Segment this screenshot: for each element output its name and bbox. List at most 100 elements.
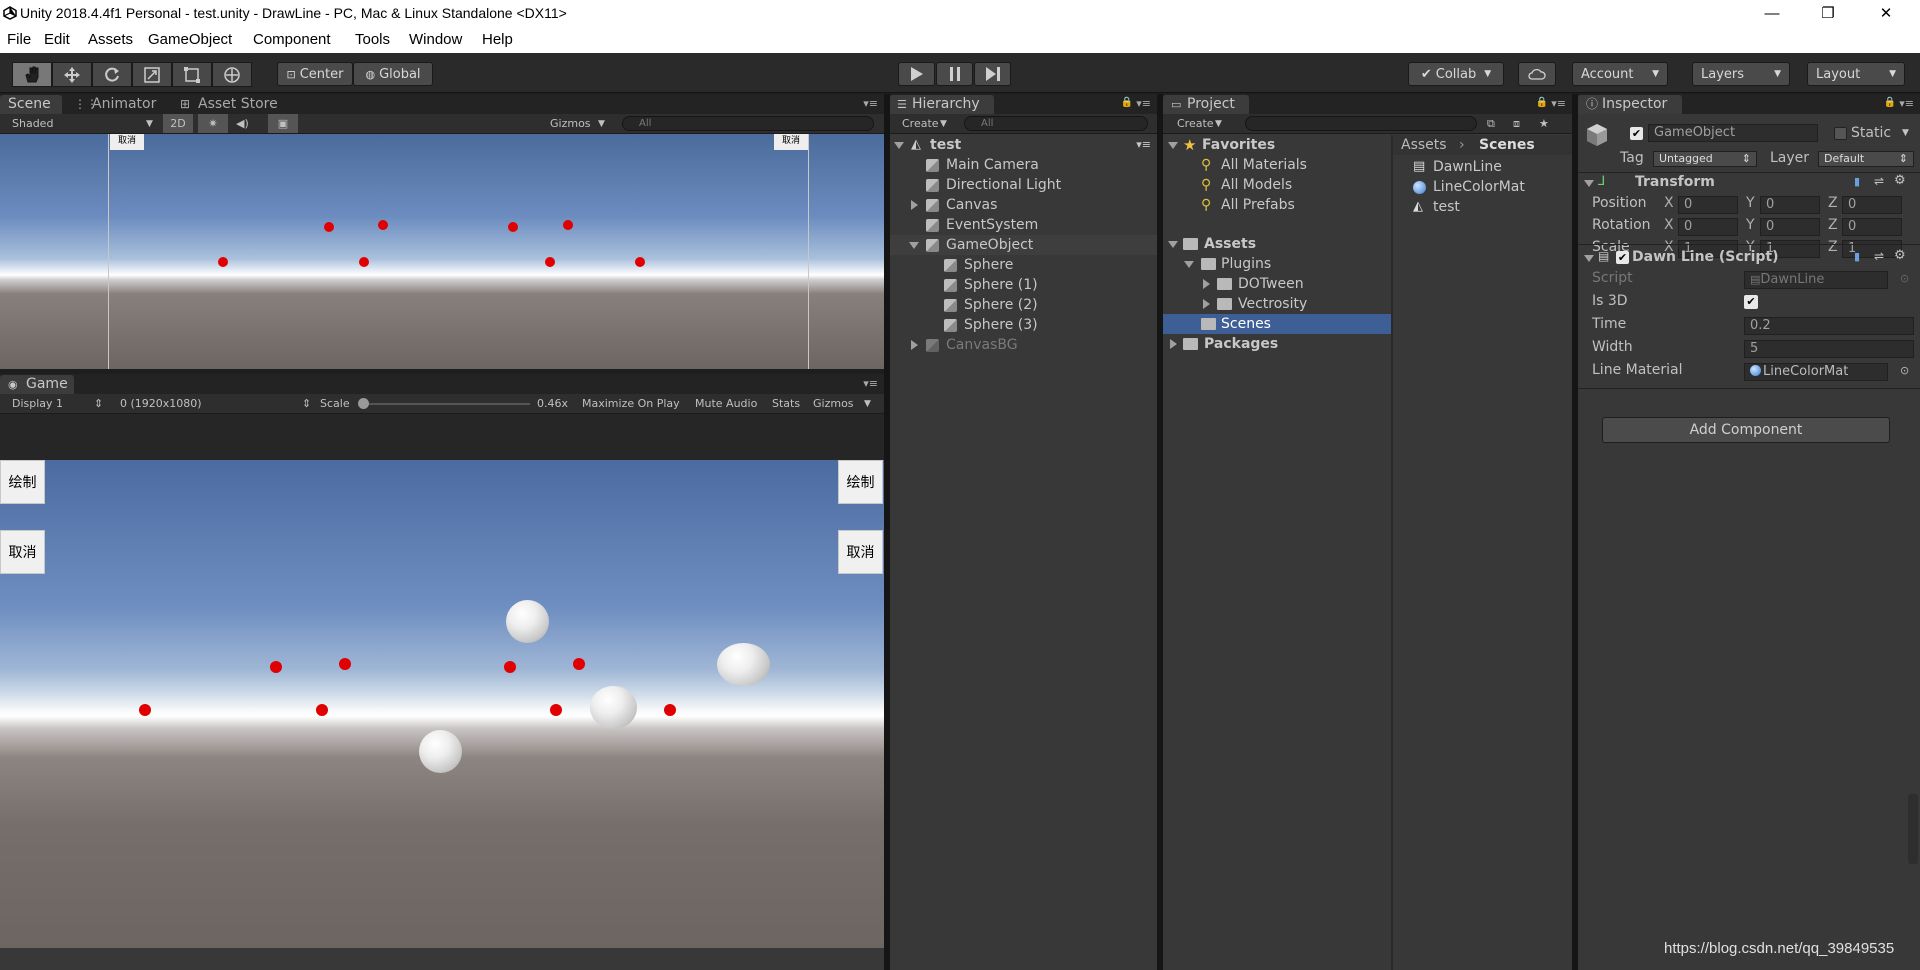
- scale-tool-icon[interactable]: [132, 62, 172, 87]
- hierarchy-item[interactable]: Sphere (1): [890, 275, 1157, 295]
- line-material-field[interactable]: LineColorMat: [1744, 363, 1888, 381]
- static-checkbox[interactable]: [1834, 127, 1847, 140]
- transform-position-y-input[interactable]: 0: [1760, 196, 1820, 214]
- hierarchy-item[interactable]: Sphere (2): [890, 295, 1157, 315]
- panel-menu-icon[interactable]: ▾≡: [1899, 97, 1914, 110]
- project-search-input[interactable]: [1245, 116, 1477, 131]
- is3d-checkbox[interactable]: ✔: [1744, 295, 1758, 309]
- fav-item[interactable]: ⚲ All Models: [1163, 175, 1391, 195]
- width-input[interactable]: 5: [1744, 340, 1914, 358]
- expand-arrow-icon[interactable]: [1184, 261, 1194, 268]
- vectrosity-row[interactable]: Vectrosity: [1163, 294, 1391, 314]
- step-button[interactable]: [974, 62, 1011, 86]
- tab-hierarchy[interactable]: ☰ Hierarchy: [890, 95, 994, 114]
- effects-toggle-icon[interactable]: ▣: [268, 114, 298, 133]
- scene-viewport[interactable]: 取消 取消: [0, 134, 884, 369]
- close-button[interactable]: ✕: [1866, 2, 1906, 26]
- scrollbar[interactable]: [1908, 794, 1918, 864]
- file-item[interactable]: ▤ DawnLine: [1393, 157, 1572, 177]
- move-tool-icon[interactable]: [52, 62, 92, 87]
- axis-y-label[interactable]: Y: [1746, 217, 1755, 233]
- display-dropdown[interactable]: Display 1: [12, 397, 63, 410]
- plugins-row[interactable]: Plugins: [1163, 254, 1391, 274]
- panel-menu-icon[interactable]: ▾≡: [1136, 97, 1151, 110]
- menu-assets[interactable]: Assets: [88, 31, 133, 48]
- component-enabled-checkbox[interactable]: ✔: [1616, 251, 1629, 264]
- axis-z-label[interactable]: Z: [1828, 195, 1838, 211]
- tab-project[interactable]: ▭ Project: [1163, 95, 1249, 114]
- gear-icon[interactable]: ⚙: [1894, 173, 1906, 188]
- draw-button[interactable]: 绘制: [838, 460, 883, 504]
- fav-item[interactable]: ⚲ All Materials: [1163, 155, 1391, 175]
- tag-dropdown[interactable]: Untagged ⇕: [1653, 151, 1757, 167]
- stats-toggle[interactable]: Stats: [772, 397, 800, 410]
- axis-z-label[interactable]: Z: [1828, 217, 1838, 233]
- scale-slider[interactable]: [360, 403, 530, 405]
- assets-row[interactable]: Assets: [1163, 234, 1391, 254]
- gizmos-dropdown[interactable]: Gizmos: [550, 117, 591, 130]
- favorite-star-icon[interactable]: ★: [1539, 117, 1549, 130]
- minimize-button[interactable]: —: [1752, 2, 1792, 26]
- time-input[interactable]: 0.2: [1744, 317, 1914, 335]
- hierarchy-item[interactable]: Directional Light: [890, 175, 1157, 195]
- cancel-button[interactable]: 取消: [0, 530, 45, 574]
- filter-type-icon[interactable]: ⧉: [1487, 117, 1495, 131]
- tab-animator[interactable]: ⋮⋮ Animator: [70, 95, 164, 114]
- menu-component[interactable]: Component: [253, 31, 331, 48]
- transform-header[interactable]: ⅃ Transform ▮ ⇌ ⚙: [1578, 173, 1920, 193]
- scene-menu-icon[interactable]: ▾≡: [1136, 135, 1151, 155]
- create-dropdown[interactable]: Create: [902, 117, 939, 130]
- file-item[interactable]: ◭ test: [1393, 197, 1572, 217]
- axis-x-label[interactable]: X: [1664, 217, 1674, 233]
- expand-arrow-icon[interactable]: [1168, 142, 1178, 149]
- hierarchy-item[interactable]: EventSystem: [890, 215, 1157, 235]
- lock-icon[interactable]: 🔒: [1536, 97, 1548, 108]
- maximize-on-play-toggle[interactable]: Maximize On Play: [582, 397, 680, 410]
- menu-window[interactable]: Window: [409, 31, 462, 48]
- cloud-button[interactable]: [1518, 62, 1556, 86]
- expand-arrow-icon[interactable]: [911, 200, 918, 210]
- expand-arrow-icon[interactable]: [1168, 241, 1178, 248]
- filter-label-icon[interactable]: ⧈: [1513, 117, 1520, 131]
- space-toggle[interactable]: ◍ Global: [353, 62, 433, 86]
- layers-dropdown[interactable]: Layers ▼: [1692, 62, 1790, 86]
- scene-search-input[interactable]: All: [622, 116, 874, 131]
- dotween-row[interactable]: DOTween: [1163, 274, 1391, 294]
- panel-menu-icon[interactable]: ▾≡: [863, 97, 878, 110]
- expand-arrow-icon[interactable]: [909, 242, 919, 249]
- create-dropdown[interactable]: Create: [1177, 117, 1214, 130]
- menu-file[interactable]: File: [7, 31, 31, 48]
- restore-button[interactable]: ❐: [1808, 2, 1848, 26]
- transform-rotation-z-input[interactable]: 0: [1842, 218, 1902, 236]
- lighting-toggle-icon[interactable]: ✷: [198, 114, 228, 133]
- chevron-down-icon[interactable]: ▼: [1902, 128, 1909, 138]
- packages-row[interactable]: Packages: [1163, 334, 1391, 354]
- layout-dropdown[interactable]: Layout ▼: [1807, 62, 1905, 86]
- object-name-field[interactable]: GameObject: [1648, 124, 1818, 142]
- play-button[interactable]: [898, 62, 935, 86]
- tab-asset-store[interactable]: ⊞ Asset Store: [176, 95, 286, 114]
- shading-dropdown[interactable]: Shaded: [12, 117, 53, 130]
- axis-y-label[interactable]: Y: [1746, 195, 1755, 211]
- object-picker-icon[interactable]: ⊙: [1900, 364, 1909, 377]
- transform-rotation-y-input[interactable]: 0: [1760, 218, 1820, 236]
- hierarchy-item[interactable]: Sphere: [890, 255, 1157, 275]
- help-book-icon[interactable]: ▮: [1854, 175, 1860, 188]
- layer-dropdown[interactable]: Default ⇕: [1818, 151, 1914, 167]
- fav-item[interactable]: ⚲ All Prefabs: [1163, 195, 1391, 215]
- rect-tool-icon[interactable]: [172, 62, 212, 87]
- game-gizmos-dropdown[interactable]: Gizmos: [813, 397, 854, 410]
- menu-edit[interactable]: Edit: [44, 31, 70, 48]
- breadcrumb-assets[interactable]: Assets: [1401, 135, 1447, 155]
- lock-icon[interactable]: 🔒: [1884, 97, 1896, 108]
- rotate-tool-icon[interactable]: [92, 62, 132, 87]
- panel-menu-icon[interactable]: ▾≡: [1551, 97, 1566, 110]
- expand-arrow-icon[interactable]: [1203, 299, 1210, 309]
- lock-icon[interactable]: 🔒: [1121, 97, 1133, 108]
- scale-slider-knob[interactable]: [358, 398, 369, 409]
- gear-icon[interactable]: ⚙: [1894, 248, 1906, 263]
- menu-help[interactable]: Help: [482, 31, 513, 48]
- tab-scene[interactable]: Scene: [0, 95, 62, 114]
- expand-arrow-icon[interactable]: [1170, 339, 1177, 349]
- hand-tool-icon[interactable]: [12, 62, 52, 87]
